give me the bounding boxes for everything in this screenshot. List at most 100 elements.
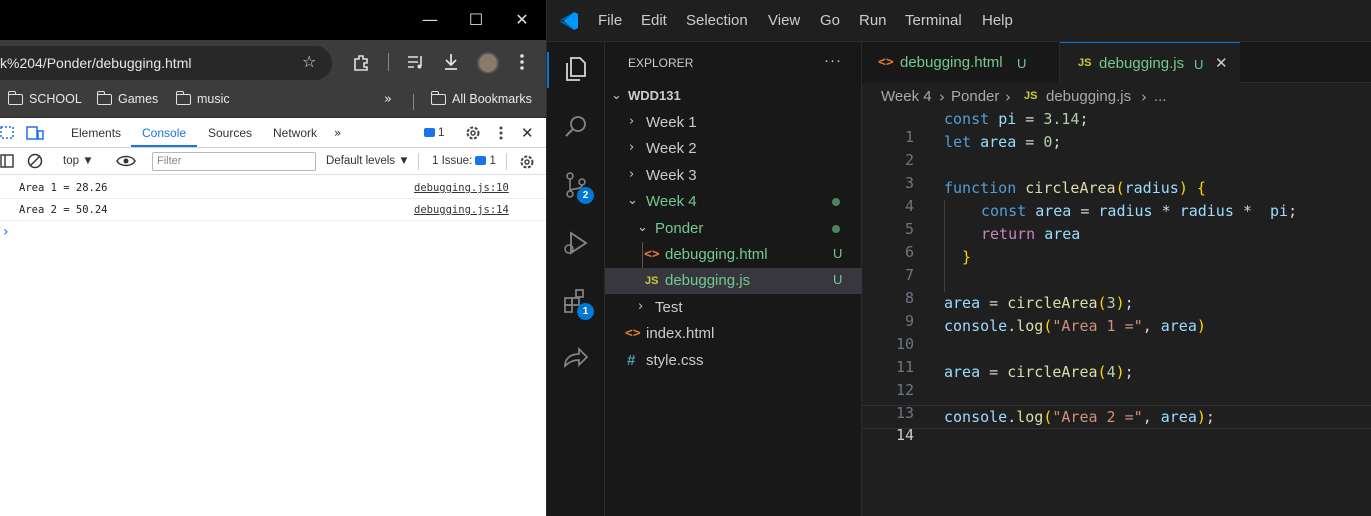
live-expression-eye-icon[interactable] <box>116 154 136 168</box>
minimize-icon[interactable]: — <box>420 10 440 30</box>
code-line[interactable]: 12 area = circleArea(4); <box>862 363 1371 399</box>
all-bookmarks-button[interactable]: All Bookmarks <box>430 90 532 106</box>
log-levels-select[interactable]: Default levels ▼ <box>326 155 410 167</box>
breadcrumb-item[interactable]: Ponder <box>951 88 999 105</box>
tree-folder-week-4[interactable]: ⌄ Week 4 <box>605 189 862 215</box>
bookmark-star-icon[interactable]: ☆ <box>302 52 316 72</box>
code-line[interactable]: 14 console.log("Area 2 =", area); <box>862 408 1371 444</box>
folder-icon <box>7 90 23 105</box>
breadcrumb-item[interactable]: debugging.js <box>1046 88 1131 105</box>
device-toolbar-icon[interactable] <box>26 125 44 141</box>
bookmark-folder-music[interactable]: music <box>175 90 230 106</box>
code-line[interactable]: 4 function circleArea(radius) { <box>862 179 1371 215</box>
source-control-badge: 2 <box>577 187 594 204</box>
tree-label: debugging.html <box>665 246 768 263</box>
devtools-more-icon[interactable] <box>497 125 505 141</box>
breadcrumb-item[interactable]: Week 4 <box>881 88 932 105</box>
tree-folder-week-2[interactable]: › Week 2 <box>605 136 862 162</box>
menu-edit[interactable]: Edit <box>641 12 667 29</box>
filter-input[interactable]: Filter <box>152 152 316 171</box>
issues-link[interactable]: 1 Issue: 1 <box>432 155 496 167</box>
download-icon[interactable] <box>442 52 460 72</box>
profile-avatar[interactable] <box>477 52 499 74</box>
bookmarks-overflow-icon[interactable]: » <box>384 92 392 107</box>
tab-console[interactable]: Console <box>142 126 186 140</box>
tree-file-style-css[interactable]: # style.css <box>605 348 862 374</box>
clear-console-icon[interactable] <box>27 153 43 169</box>
bookmark-folder-school[interactable]: SCHOOL <box>7 90 82 106</box>
vscode-logo-icon <box>560 12 578 30</box>
sidebar-toggle-icon[interactable] <box>0 154 14 168</box>
menu-file[interactable]: File <box>598 12 622 29</box>
explorer-title: EXPLORER <box>628 56 694 70</box>
explorer-more-icon[interactable]: ··· <box>824 52 842 69</box>
extensions-icon[interactable] <box>352 53 370 71</box>
code-line[interactable]: 3 <box>862 156 1371 192</box>
tree-file-debugging-html[interactable]: <> debugging.html U <box>605 242 862 268</box>
console-source-link[interactable]: debugging.js:14 <box>414 204 509 216</box>
menu-terminal[interactable]: Terminal <box>905 12 962 29</box>
code-line[interactable]: 5 const area = radius * radius * pi; <box>862 202 1371 238</box>
console-source-link[interactable]: debugging.js:10 <box>414 182 509 194</box>
tree-file-debugging-js[interactable]: JS debugging.js U <box>605 268 862 294</box>
more-tabs-icon[interactable]: » <box>334 126 341 140</box>
code-line[interactable]: 9 area = circleArea(3); <box>862 294 1371 330</box>
search-icon[interactable] <box>561 112 591 142</box>
tree-label: debugging.js <box>665 272 751 289</box>
tree-folder-ponder[interactable]: ⌄ Ponder <box>605 216 862 242</box>
menu-view[interactable]: View <box>768 12 800 29</box>
toolbar-divider <box>418 153 419 170</box>
menu-run[interactable]: Run <box>859 12 887 29</box>
inspect-element-icon[interactable] <box>0 125 16 141</box>
media-controls-icon[interactable] <box>406 53 426 71</box>
console-settings-gear-icon[interactable] <box>519 154 535 170</box>
tree-file-index-html[interactable]: <> index.html <box>605 321 862 347</box>
code-line[interactable]: 7 } <box>862 248 1371 284</box>
tab-elements[interactable]: Elements <box>71 126 121 140</box>
console-message: Area 2 = 50.24 <box>19 204 108 216</box>
issues-counter[interactable]: 1 <box>424 127 444 139</box>
close-devtools-icon[interactable]: ✕ <box>521 124 534 142</box>
code-line[interactable]: 2 let area = 0; <box>862 133 1371 169</box>
console-prompt[interactable]: › <box>3 224 9 240</box>
tree-folder-week-1[interactable]: › Week 1 <box>605 110 862 136</box>
line-number: 14 <box>895 426 914 444</box>
tab-debugging-html[interactable]: <> debugging.html U <box>862 42 1060 83</box>
tree-label: Ponder <box>655 220 704 237</box>
url-text[interactable]: k%204/Ponder/debugging.html <box>0 55 191 71</box>
code-line[interactable]: 10 console.log("Area 1 =", area) <box>862 317 1371 353</box>
more-menu-icon[interactable] <box>518 52 526 72</box>
menu-help[interactable]: Help <box>982 12 1013 29</box>
tree-label: style.css <box>646 352 704 369</box>
code-line[interactable]: 11 <box>862 340 1371 376</box>
bookmark-folder-games[interactable]: Games <box>96 90 158 106</box>
code-line[interactable]: 6 return area <box>862 225 1371 261</box>
context-select[interactable]: top ▼ <box>63 155 94 167</box>
maximize-icon[interactable]: ☐ <box>466 10 486 30</box>
code-line[interactable]: 1 const pi = 3.14; <box>862 110 1371 146</box>
tree-folder-week-3[interactable]: › Week 3 <box>605 163 862 189</box>
workspace-root[interactable]: ⌄ WDD131 <box>605 84 862 110</box>
modified-dot-icon <box>832 198 840 206</box>
close-tab-icon[interactable]: ✕ <box>1215 54 1228 72</box>
tree-folder-test[interactable]: › Test <box>605 295 862 321</box>
folder-icon <box>430 90 446 105</box>
browser-window: — ☐ ✕ k%204/Ponder/debugging.html ☆ SCHO… <box>0 0 546 516</box>
tab-debugging-js[interactable]: JS debugging.js U ✕ <box>1060 42 1240 84</box>
menu-go[interactable]: Go <box>820 12 840 29</box>
settings-gear-icon[interactable] <box>465 125 481 141</box>
code-line[interactable]: 8 <box>862 271 1371 307</box>
tab-sources[interactable]: Sources <box>208 126 252 140</box>
all-bookmarks-label: All Bookmarks <box>452 92 532 106</box>
remote-explorer-icon[interactable] <box>561 344 591 374</box>
address-bar[interactable]: k%204/Ponder/debugging.html ☆ <box>0 46 332 80</box>
code-line[interactable]: 13 <box>862 386 1371 422</box>
breadcrumb-item[interactable]: ... <box>1154 88 1167 105</box>
tab-network[interactable]: Network <box>273 126 317 140</box>
close-window-icon[interactable]: ✕ <box>512 10 532 30</box>
explorer-files-icon[interactable] <box>561 54 591 84</box>
run-debug-icon[interactable] <box>561 228 591 258</box>
tree-label: Week 4 <box>646 193 697 210</box>
chevron-down-icon: ⌄ <box>637 220 648 235</box>
menu-selection[interactable]: Selection <box>686 12 748 29</box>
